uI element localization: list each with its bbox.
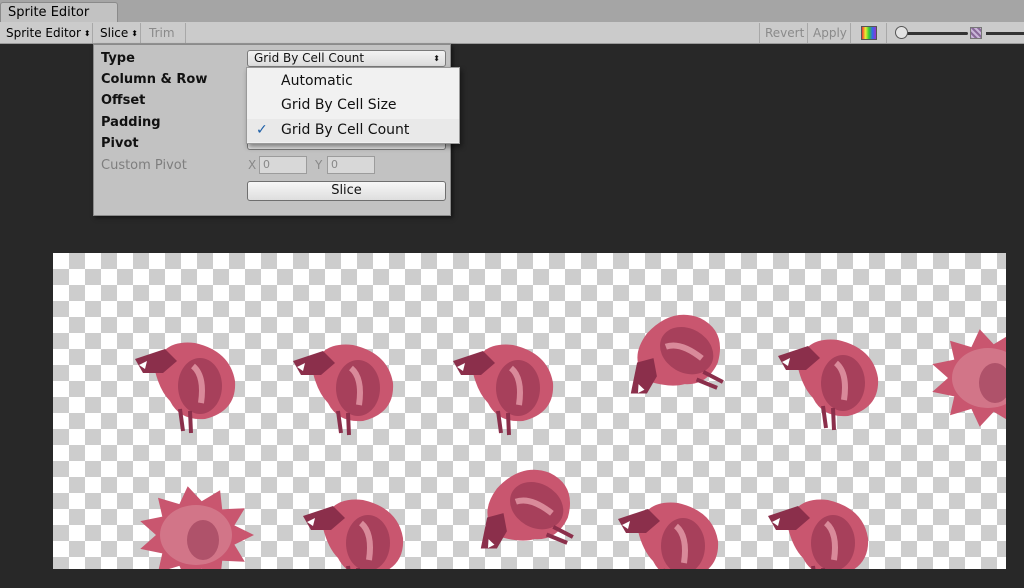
slice-dropdown-button[interactable]: Slice ⬍ [94,23,141,43]
slice-button[interactable]: Slice [247,181,446,201]
revert-button[interactable]: Revert [760,23,808,43]
sprite-frame [453,344,554,436]
custom-pivot-y-label: Y [315,158,323,172]
sprite-frame [140,486,254,569]
sprite-editor-mode-dropdown[interactable]: Sprite Editor ⬍ [0,23,93,43]
menu-item-label: Automatic [281,73,353,89]
padding-label: Padding [101,115,161,130]
checkmark-icon: ✓ [256,122,268,138]
menu-item-automatic[interactable]: Automatic [247,70,459,93]
sprite-frame [293,344,394,436]
menu-item-label: Grid By Cell Size [281,97,397,113]
menu-item-label: Grid By Cell Count [281,122,410,138]
slice-type-menu: Automatic Grid By Cell Size ✓ Grid By Ce… [246,67,460,144]
menu-item-grid-by-cell-count[interactable]: ✓ Grid By Cell Count [247,119,459,142]
sprite-sheet-canvas[interactable] [53,253,1006,569]
sprite-frame [932,329,1006,427]
custom-pivot-y-input[interactable]: 0 [327,156,375,174]
sprite-editor-mode-label: Sprite Editor [6,26,81,40]
rgb-channel-icon [861,26,877,40]
chevron-updown-icon: ⬍ [131,29,138,38]
mip-level-icon [970,27,982,39]
custom-pivot-x-input[interactable]: 0 [259,156,307,174]
sprite-frame [303,499,404,569]
slice-type-value: Grid By Cell Count [254,51,365,65]
chevron-updown-icon: ⬍ [433,54,440,63]
custom-pivot-x-label: X [248,158,257,172]
sprite-frame [135,342,236,434]
window-tab-sprite-editor[interactable]: Sprite Editor [0,2,118,22]
apply-button[interactable]: Apply [808,23,851,43]
mip-slider-track[interactable] [986,32,1024,35]
custom-pivot-label: Custom Pivot [101,158,187,173]
title-bar: Sprite Editor [0,0,1024,22]
sprite-frame [630,314,724,394]
trim-button[interactable]: Trim [142,23,186,43]
column-row-label: Column & Row [101,72,208,87]
menu-item-grid-by-cell-size[interactable]: Grid By Cell Size [247,94,459,117]
sprite-frames [135,314,1006,569]
zoom-slider-track[interactable] [904,32,968,35]
sprite-frame [618,502,719,569]
sprite-frame [778,339,879,431]
zoom-slider-handle[interactable] [895,26,908,39]
chevron-updown-icon: ⬍ [83,29,91,38]
slice-dropdown-label: Slice [100,26,129,40]
slice-type-dropdown[interactable]: Grid By Cell Count ⬍ [247,50,446,67]
sprite-frame [768,499,869,569]
sprite-frame [480,469,574,549]
type-label: Type [101,51,135,66]
pivot-label: Pivot [101,136,139,151]
offset-label: Offset [101,93,146,108]
